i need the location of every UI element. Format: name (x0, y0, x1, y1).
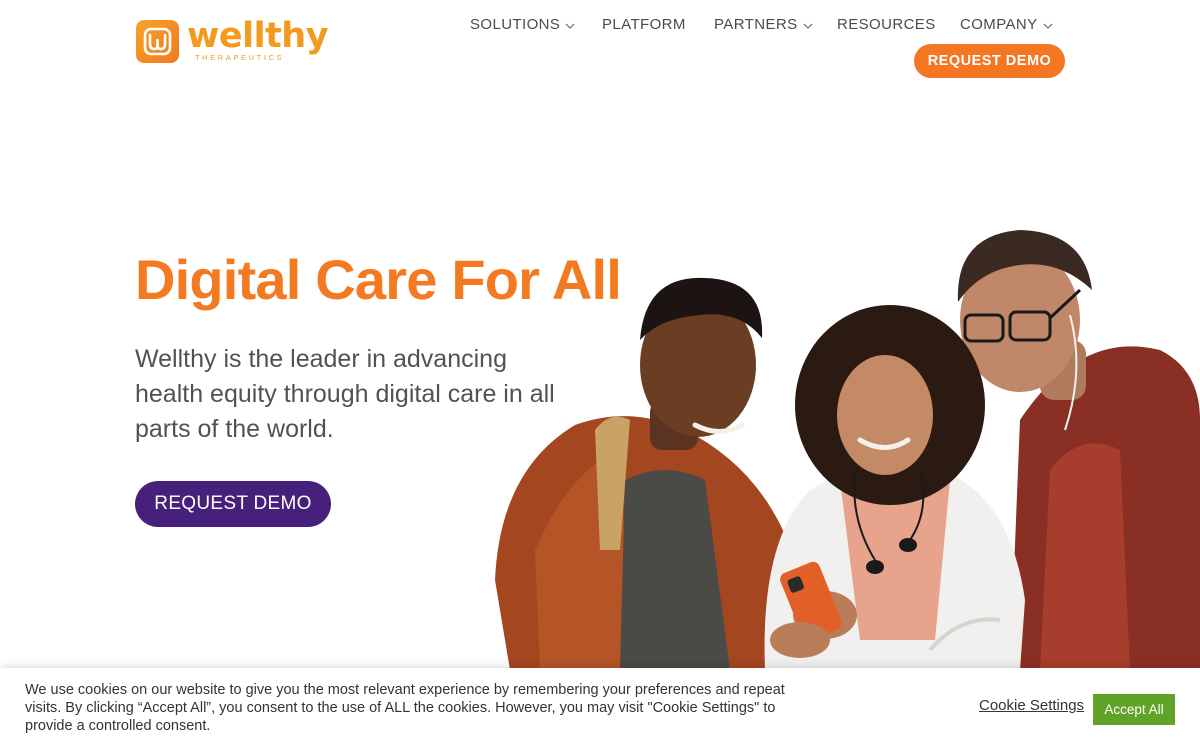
nav-item-partners[interactable]: PARTNERS (714, 15, 813, 33)
hero-photo-friends-with-phone (495, 230, 1200, 670)
nav-item-resources[interactable]: RESOURCES (837, 15, 936, 33)
cookie-consent-text: We use cookies on our website to give yo… (25, 682, 785, 734)
logo-text: wellthy THERAPEUTICS (187, 16, 329, 62)
nav-item-label: COMPANY (960, 15, 1038, 33)
chevron-down-icon (1043, 16, 1053, 33)
cookie-consent-bar: We use cookies on our website to give yo… (0, 668, 1200, 750)
chevron-down-icon (803, 16, 813, 33)
header-request-demo-button[interactable]: REQUEST DEMO (914, 44, 1065, 78)
chevron-down-icon (565, 16, 575, 33)
wellthy-logo[interactable]: wellthy THERAPEUTICS (136, 16, 329, 64)
nav-item-solutions[interactable]: SOLUTIONS (470, 15, 575, 33)
hero-request-demo-button[interactable]: REQUEST DEMO (135, 481, 331, 527)
nav-item-label: PARTNERS (714, 15, 798, 33)
nav-item-platform[interactable]: PLATFORM (602, 15, 686, 33)
accept-all-button[interactable]: Accept All (1093, 694, 1175, 725)
nav-item-label: SOLUTIONS (470, 15, 561, 33)
nav-item-label: PLATFORM (602, 15, 686, 33)
wellthy-w-mark-icon (136, 20, 179, 63)
cookie-settings-link[interactable]: Cookie Settings (979, 697, 1084, 714)
logo-subtitle: THERAPEUTICS (195, 53, 285, 62)
nav-item-company[interactable]: COMPANY (960, 15, 1053, 33)
logo-wordmark: wellthy (187, 16, 329, 56)
nav-item-label: RESOURCES (837, 15, 936, 33)
